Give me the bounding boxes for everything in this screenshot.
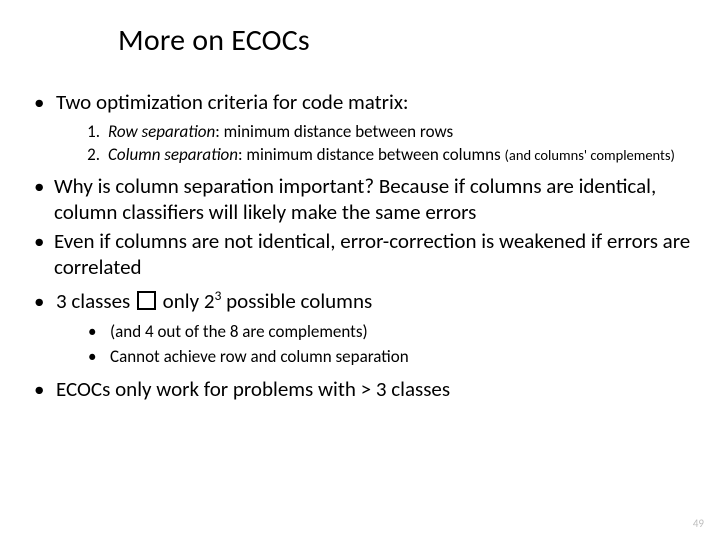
bullet-text: Why is column separation important? Beca… xyxy=(54,173,692,226)
term-rest: : minimum distance between rows xyxy=(215,121,453,142)
list-item: • (and 4 out of the 8 are complements) xyxy=(88,320,692,345)
text-mid: only 2 xyxy=(158,288,215,314)
term-column-separation: Column separation xyxy=(108,144,238,165)
slide-title: More on ECOCs xyxy=(118,22,692,59)
bullet-dot-icon: • xyxy=(28,228,54,281)
bullet-dot-icon: • xyxy=(28,376,56,402)
page-number: 49 xyxy=(693,517,704,530)
text-post: possible columns xyxy=(221,288,372,314)
bullet-block: • Why is column separation important? Be… xyxy=(28,173,692,280)
item-text: Column separation: minimum distance betw… xyxy=(108,144,692,167)
numbered-list: 1. Row separation: minimum distance betw… xyxy=(80,121,692,167)
item-number: 1. xyxy=(80,121,108,144)
list-item: 2. Column separation: minimum distance b… xyxy=(80,144,692,167)
item-text: (and 4 out of the 8 are complements) xyxy=(110,320,692,345)
bullet-dot-icon: • xyxy=(28,89,56,115)
term-paren: (and columns' complements) xyxy=(505,146,675,164)
bullet-dot-icon: • xyxy=(88,320,110,345)
item-text: Row separation: minimum distance between… xyxy=(108,121,692,144)
bullet-text: Even if columns are not identical, error… xyxy=(54,228,692,281)
term-rest: : minimum distance between columns xyxy=(238,144,505,165)
bullet-dot-icon: • xyxy=(88,345,110,370)
missing-glyph-icon xyxy=(137,291,156,310)
text-pre: 3 classes xyxy=(56,288,135,314)
item-text: Cannot achieve row and column separation xyxy=(110,345,692,370)
bullet-ecocs-only: • ECOCs only work for problems with > 3 … xyxy=(28,376,692,402)
item-number: 2. xyxy=(80,144,108,167)
term-row-separation: Row separation xyxy=(108,121,215,142)
bullet-three-classes: • 3 classes only 23 possible columns xyxy=(28,288,692,314)
bullet-text: Two optimization criteria for code matri… xyxy=(56,89,692,115)
bullet-why-important: • Why is column separation important? Be… xyxy=(28,173,692,226)
bullet-weakened: • Even if columns are not identical, err… xyxy=(28,228,692,281)
list-item: 1. Row separation: minimum distance betw… xyxy=(80,121,692,144)
bullet-text: 3 classes only 23 possible columns xyxy=(56,288,692,314)
bullet-criteria: • Two optimization criteria for code mat… xyxy=(28,89,692,115)
bullet-dot-icon: • xyxy=(28,288,56,314)
slide: More on ECOCs • Two optimization criteri… xyxy=(0,0,720,540)
bullet-dot-icon: • xyxy=(28,173,54,226)
bullet-text: ECOCs only work for problems with > 3 cl… xyxy=(56,376,692,402)
list-item: • Cannot achieve row and column separati… xyxy=(88,345,692,370)
sub-bullet-list: • (and 4 out of the 8 are complements) •… xyxy=(88,320,692,369)
